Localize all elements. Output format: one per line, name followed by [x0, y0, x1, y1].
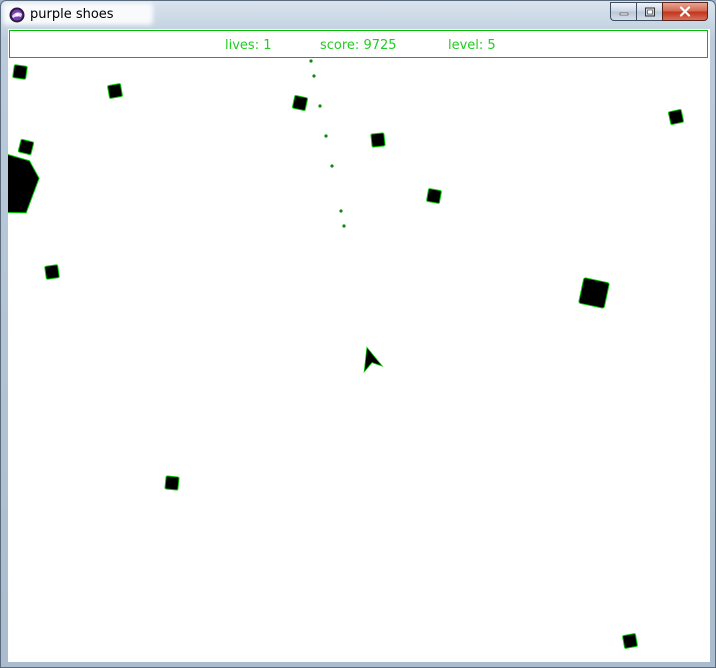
- hud-bar: lives: 1 score: 9725 level: 5: [9, 30, 708, 58]
- bullets: [309, 59, 346, 228]
- asteroid-small: [622, 633, 638, 649]
- asteroid-large: [8, 152, 40, 214]
- asteroid-small: [668, 109, 684, 125]
- level-label: level: 5: [448, 38, 496, 53]
- title-bar[interactable]: purple shoes: [1, 1, 715, 29]
- asteroid-small: [12, 64, 28, 80]
- ship-group: [363, 346, 384, 374]
- asteroid-small: [107, 83, 123, 99]
- close-button[interactable]: [662, 2, 708, 21]
- game-canvas[interactable]: lives: 1 score: 9725 level: 5: [8, 29, 710, 662]
- minimize-button[interactable]: [610, 2, 636, 21]
- asteroid-small: [17, 138, 35, 156]
- player-ship: [363, 346, 384, 374]
- maximize-button[interactable]: [636, 2, 662, 21]
- score-label: score: 9725: [320, 38, 397, 53]
- bullet: [339, 209, 343, 213]
- window-title: purple shoes: [30, 7, 114, 22]
- asteroid-small: [292, 95, 308, 111]
- app-window: purple shoes lives: 1 score: 9725 level:…: [0, 0, 716, 668]
- close-icon: [679, 6, 691, 17]
- lives-label: lives: 1: [225, 38, 272, 53]
- asteroid-medium: [578, 277, 610, 309]
- bullet: [312, 74, 316, 78]
- window-controls: [610, 2, 708, 22]
- asteroid-small: [164, 475, 180, 491]
- minimize-icon: [619, 12, 628, 15]
- maximize-icon: [644, 7, 655, 16]
- asteroids: [8, 64, 684, 649]
- bullet: [309, 59, 313, 63]
- purple-shoes-app-icon: [9, 7, 25, 23]
- bullet: [324, 134, 328, 138]
- bullet: [318, 104, 322, 108]
- bullet: [342, 224, 346, 228]
- asteroid-small: [370, 132, 386, 148]
- asteroid-small: [426, 188, 442, 204]
- asteroid-small: [44, 264, 60, 280]
- game-playfield[interactable]: [8, 29, 710, 662]
- bullet: [330, 164, 334, 168]
